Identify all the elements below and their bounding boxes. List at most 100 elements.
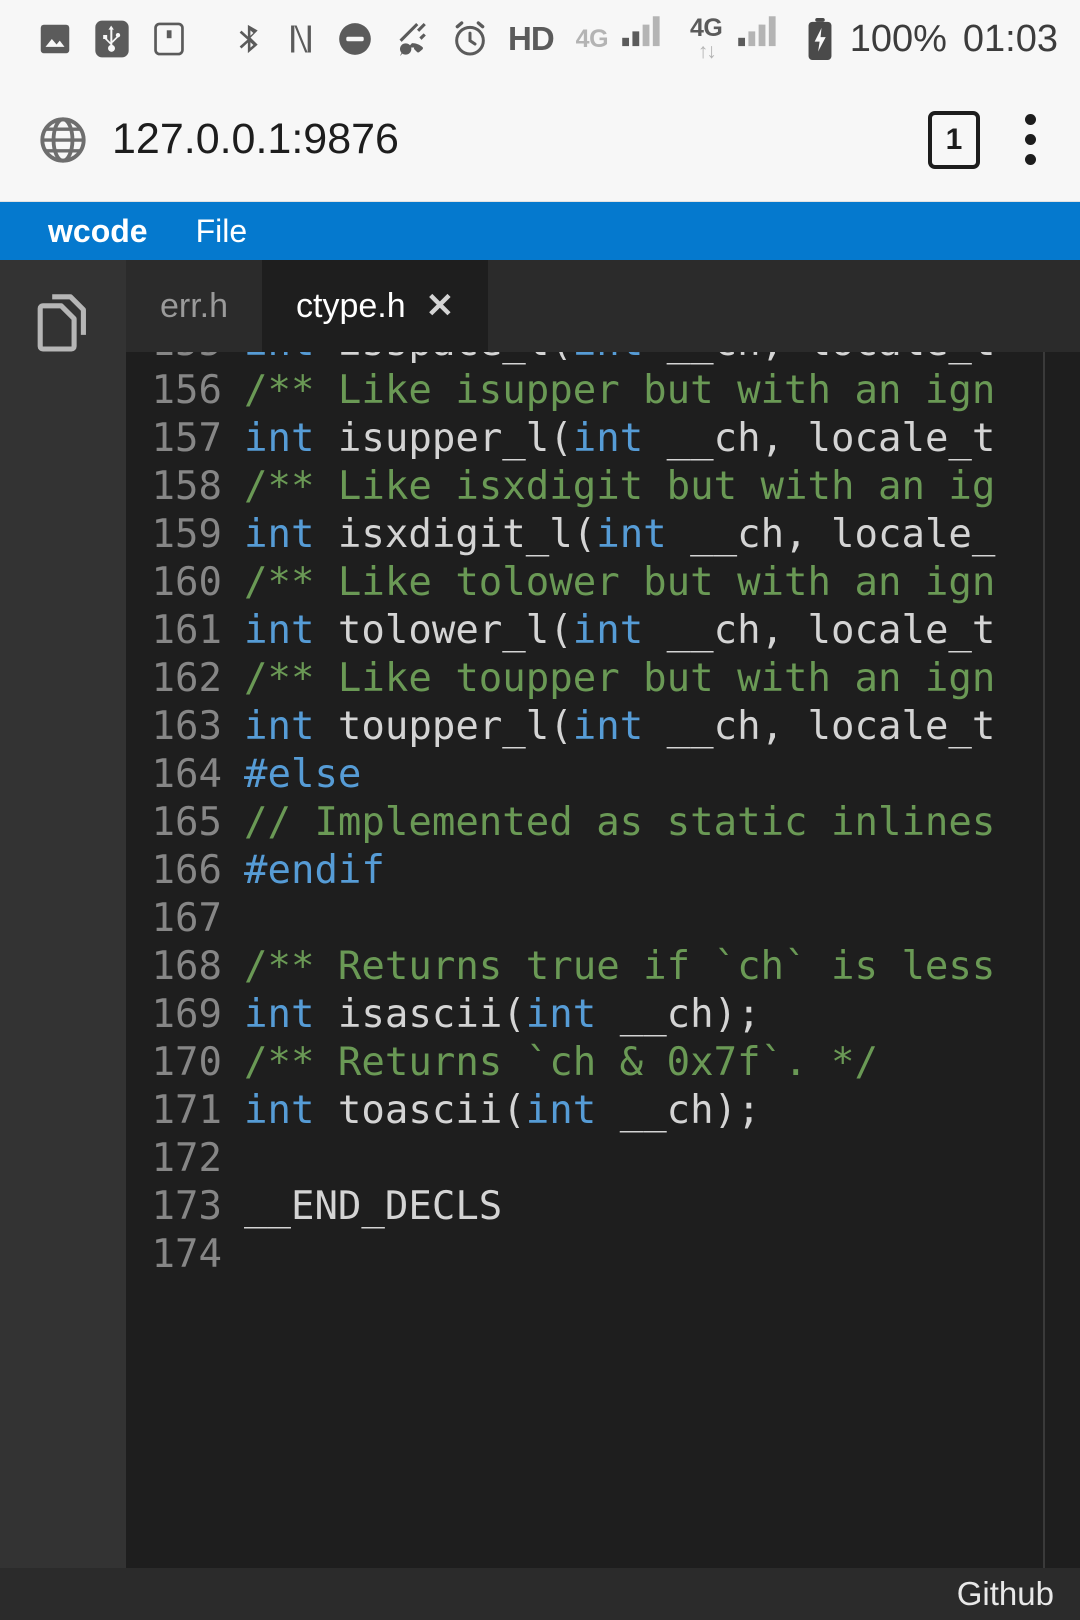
code-token-kw: #endif (244, 848, 385, 893)
line-number: 159 (151, 512, 222, 557)
network-label-4g-2: 4G (690, 14, 723, 42)
line-number: 168 (151, 944, 222, 989)
tab-err-h[interactable]: err.h (126, 260, 263, 352)
line-number: 161 (151, 608, 222, 653)
code-editor[interactable]: 155int isspace_l(int __ch, locale_t156/*… (126, 352, 1080, 1568)
line-content: // Implemented as static inlines (244, 799, 1080, 847)
code-token-kw: int (573, 352, 643, 365)
line-content: /** Returns true if `ch` is less (244, 943, 1080, 991)
status-footer: Github (0, 1568, 1080, 1620)
code-line: 172 (126, 1135, 1080, 1183)
line-content: __END_DECLS (244, 1183, 1080, 1231)
line-content: int toascii(int __ch); (244, 1087, 1080, 1135)
tab-label: err.h (160, 286, 229, 325)
code-line: 155int isspace_l(int __ch, locale_t (126, 352, 1080, 367)
code-token-kw: int (525, 992, 597, 1037)
code-token-pl: __END_DECLS (244, 1184, 503, 1229)
alarm-icon (450, 19, 490, 59)
code-token-pl: __ch, locale_t (643, 608, 996, 653)
code-line: 160 /** Like tolower but with an ign (126, 559, 1080, 607)
line-number: 160 (151, 560, 222, 605)
status-bar-icon-group: HD 4G 4G ↑↓ (36, 14, 806, 64)
kebab-menu-icon[interactable] (1024, 114, 1036, 165)
data-updown-icon: ↑↓ (697, 40, 717, 63)
line-content: /** Like isupper but with an ign (244, 367, 1080, 415)
line-number: 156 (151, 368, 222, 413)
code-line: 163 int toupper_l(int __ch, locale_t (126, 703, 1080, 751)
code-line: 158 /** Like isxdigit but with an ig (126, 463, 1080, 511)
sidebar-item-files[interactable] (27, 288, 99, 360)
code-token-kw: int (244, 608, 315, 653)
code-token-pl: toupper_l( (314, 704, 573, 749)
hd-label: HD (508, 20, 555, 57)
code-token-pl: __ch, locale_t (643, 704, 996, 749)
line-number: 162 (151, 656, 222, 701)
sim-card-icon (150, 20, 188, 58)
code-token-pl: __ch, locale_t (643, 352, 996, 365)
code-line: 171 int toascii(int __ch); (126, 1087, 1080, 1135)
github-link[interactable]: Github (957, 1575, 1054, 1613)
battery-percent-label: 100% (849, 17, 947, 60)
status-bar-right-group: 100% 01:03 (806, 18, 1058, 61)
code-token-kw: int (244, 992, 315, 1037)
code-line: 165 // Implemented as static inlines (126, 799, 1080, 847)
line-number: 167 (151, 896, 222, 941)
editor-column: err.h ctype.h ✕ 155int isspace_l(int __c… (126, 260, 1080, 1568)
menu-item-file[interactable]: File (196, 213, 248, 250)
line-content: /** Like tolower but with an ign (244, 559, 1080, 607)
code-line: 161 int tolower_l(int __ch, locale_t (126, 607, 1080, 655)
signal-bars-icon-2 (736, 14, 782, 64)
url-text[interactable]: 127.0.0.1:9876 (112, 115, 928, 164)
code-token-cm: /** Returns true if `ch` is less (244, 944, 996, 989)
code-token-pl: __ch, locale_ (666, 512, 996, 557)
files-icon (27, 286, 99, 363)
tab-ctype-h[interactable]: ctype.h ✕ (262, 260, 489, 352)
picture-icon (36, 20, 74, 58)
code-line: 159 int isxdigit_l(int __ch, locale_ (126, 511, 1080, 559)
line-number: 169 (151, 992, 222, 1037)
network-indicator-1: 4G (575, 24, 609, 53)
code-line: 164 #else (126, 751, 1080, 799)
android-status-bar: HD 4G 4G ↑↓ 100% 01:03 (0, 0, 1080, 78)
code-line: 170 /** Returns `ch & 0x7f`. */ (126, 1039, 1080, 1087)
browser-omnibox-bar[interactable]: 127.0.0.1:9876 1 (0, 78, 1080, 202)
code-lines-container: 155int isspace_l(int __ch, locale_t156/*… (126, 352, 1080, 1279)
bluetooth-icon (232, 19, 266, 59)
code-token-kw: int (244, 704, 315, 749)
tab-close-icon[interactable]: ✕ (426, 289, 455, 323)
workspace: err.h ctype.h ✕ 155int isspace_l(int __c… (0, 260, 1080, 1568)
network-label-4g-1: 4G (575, 24, 609, 53)
code-line: 166 #endif (126, 847, 1080, 895)
line-content: /** Returns `ch & 0x7f`. */ (244, 1039, 1080, 1087)
code-token-pl: __ch, locale_t (643, 416, 996, 461)
code-token-kw: int (244, 1088, 315, 1133)
tab-switcher-button[interactable]: 1 (928, 110, 980, 169)
globe-icon (36, 113, 90, 167)
line-content: int toupper_l(int __ch, locale_t (244, 703, 1080, 751)
activity-sidebar (0, 260, 126, 1568)
app-brand-label: wcode (48, 212, 148, 249)
line-number: 157 (151, 416, 222, 461)
code-token-kw: int (244, 416, 315, 461)
code-token-cm: /** Like tolower but with an ign (244, 560, 996, 605)
code-line: 168 /** Returns true if `ch` is less (126, 943, 1080, 991)
line-number: 172 (151, 1136, 222, 1181)
line-number: 170 (151, 1040, 222, 1085)
code-token-pl: tolower_l( (314, 608, 573, 653)
code-token-kw: int (244, 512, 315, 557)
battery-charging-icon (806, 18, 834, 60)
line-number: 166 (151, 848, 222, 893)
code-token-pl: isascii( (314, 992, 526, 1037)
line-number: 163 (151, 704, 222, 749)
line-content: #else (244, 751, 1080, 799)
code-token-kw: int (572, 416, 644, 461)
code-token-pl: isupper_l( (314, 416, 573, 461)
code-line: 156 /** Like isupper but with an ign (126, 367, 1080, 415)
code-token-kw: int (596, 512, 667, 557)
line-content: int isascii(int __ch); (244, 991, 1080, 1039)
code-token-kw: int (525, 1088, 597, 1133)
line-number: 165 (151, 800, 222, 845)
line-number: 171 (151, 1088, 222, 1133)
tab-label: ctype.h (296, 286, 406, 325)
line-number: 155 (126, 352, 244, 367)
